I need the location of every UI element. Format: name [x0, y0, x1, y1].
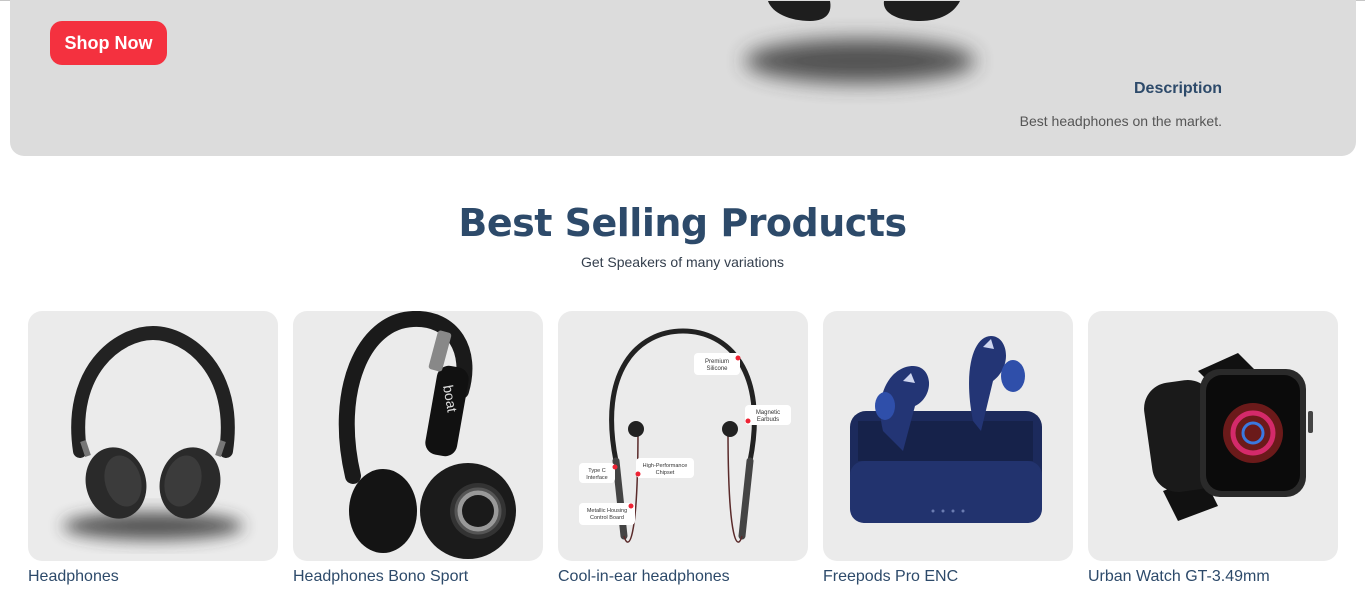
section-title: Best Selling Products: [458, 201, 907, 245]
svg-text:Chipset: Chipset: [656, 470, 675, 476]
svg-text:Metallic Housing: Metallic Housing: [587, 508, 627, 514]
svg-text:Type C: Type C: [588, 468, 605, 474]
svg-text:Earbuds: Earbuds: [757, 417, 779, 423]
over-ear-headphones-icon: [63, 325, 243, 540]
product-image[interactable]: [28, 311, 278, 561]
product-name[interactable]: Cool-in-ear headphones: [558, 568, 730, 586]
description-title: Description: [1133, 80, 1222, 97]
svg-text:Interface: Interface: [586, 475, 607, 481]
svg-text:High-Performance: High-Performance: [643, 463, 688, 469]
product-image[interactable]: [823, 311, 1073, 561]
product-card[interactable]: Urban Watch GT-3.49mm: [1088, 311, 1338, 585]
product-card[interactable]: Premium Silicone Magnetic Earbuds High-P…: [558, 311, 808, 585]
svg-text:Premium: Premium: [705, 359, 729, 365]
description-text: Best headphones on the market.: [1019, 113, 1222, 129]
svg-text:Control Board: Control Board: [590, 515, 624, 521]
product-image[interactable]: [1088, 311, 1338, 561]
product-card[interactable]: boat Headphones Bono Sport: [293, 311, 543, 585]
svg-text:Silicone: Silicone: [706, 366, 728, 372]
hero-headphones-image: [745, 1, 975, 83]
hero-banner: Shop Now Description Best headphones on …: [10, 0, 1356, 156]
shop-now-button[interactable]: Shop Now: [50, 21, 167, 65]
neckband-earphones-icon: Premium Silicone Magnetic Earbuds High-P…: [579, 328, 791, 543]
product-name[interactable]: Freepods Pro ENC: [823, 568, 958, 586]
product-name[interactable]: Headphones: [28, 568, 119, 586]
product-image[interactable]: boat: [293, 311, 543, 561]
wireless-earbuds-icon: [850, 336, 1042, 523]
sport-headphones-icon: boat: [338, 311, 516, 559]
product-name[interactable]: Urban Watch GT-3.49mm: [1088, 568, 1270, 586]
product-image[interactable]: Premium Silicone Magnetic Earbuds High-P…: [558, 311, 808, 561]
product-name[interactable]: Headphones Bono Sport: [293, 568, 468, 586]
smartwatch-icon: [1144, 353, 1313, 521]
product-card[interactable]: Headphones: [28, 311, 278, 585]
svg-text:Magnetic: Magnetic: [756, 410, 780, 416]
section-subtitle: Get Speakers of many variations: [580, 254, 785, 270]
product-card[interactable]: Freepods Pro ENC: [823, 311, 1073, 585]
